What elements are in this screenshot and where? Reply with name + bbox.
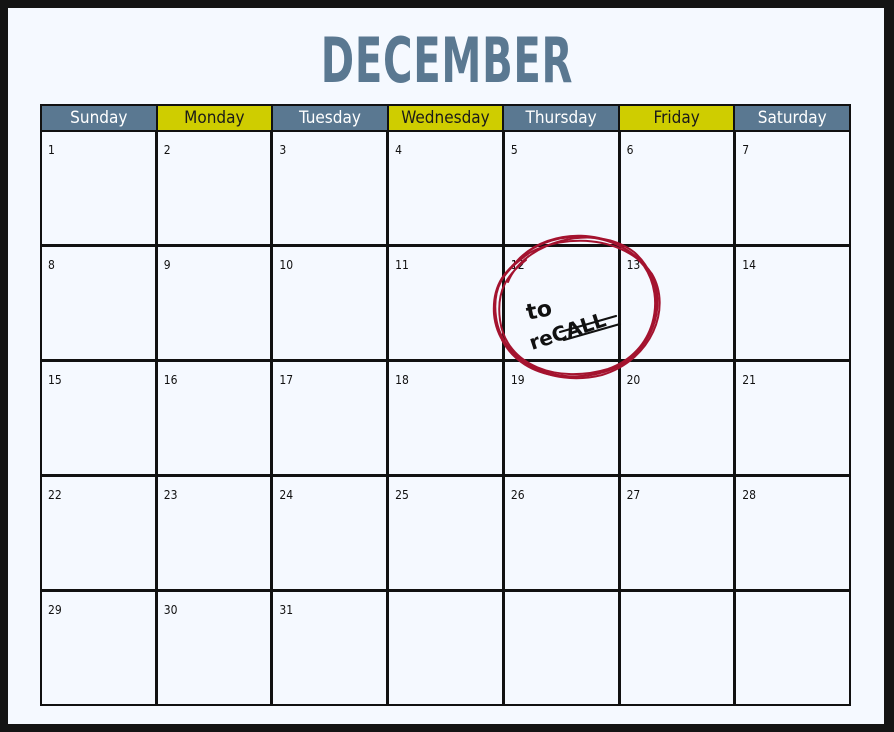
- day-cell[interactable]: [620, 592, 734, 704]
- day-cell[interactable]: 3: [273, 132, 387, 244]
- day-cell[interactable]: 25: [389, 477, 502, 589]
- day-cell[interactable]: 14: [736, 247, 849, 359]
- day-cell[interactable]: 10: [273, 247, 387, 359]
- day-cell[interactable]: 7: [736, 132, 849, 244]
- day-cell[interactable]: [389, 592, 502, 704]
- day-number: 26: [510, 488, 525, 502]
- day-number: 14: [742, 258, 757, 272]
- day-number: 20: [626, 373, 641, 387]
- day-cell[interactable]: 15: [42, 362, 155, 474]
- day-cell[interactable]: 30: [157, 592, 271, 704]
- day-number: 28: [742, 488, 757, 502]
- day-cell[interactable]: 8: [42, 247, 155, 359]
- day-cell[interactable]: 29: [42, 592, 155, 704]
- day-number: 17: [279, 373, 294, 387]
- day-number: 21: [742, 373, 757, 387]
- day-number: 27: [626, 488, 641, 502]
- day-cell[interactable]: 19: [504, 362, 618, 474]
- weekday-friday: Friday: [619, 106, 734, 130]
- month-title: DECEMBER: [320, 24, 574, 97]
- day-number: 7: [742, 143, 750, 157]
- day-number: 2: [163, 143, 171, 157]
- weekday-wednesday: Wednesday: [388, 106, 503, 130]
- weekday-monday: Monday: [157, 106, 272, 130]
- day-cell[interactable]: 31: [273, 592, 387, 704]
- day-number: 5: [510, 143, 518, 157]
- day-cell[interactable]: 1: [42, 132, 155, 244]
- day-cell[interactable]: 4: [389, 132, 502, 244]
- weekday-sunday: Sunday: [42, 106, 156, 130]
- weekday-header-row: Sunday Monday Tuesday Wednesday Thursday…: [40, 104, 851, 130]
- day-number: 13: [626, 258, 641, 272]
- day-cell[interactable]: 28: [736, 477, 849, 589]
- day-number: 18: [395, 373, 409, 387]
- day-cell[interactable]: 26: [504, 477, 618, 589]
- day-number: 25: [395, 488, 409, 502]
- day-cell[interactable]: [504, 592, 618, 704]
- day-number: 12: [510, 258, 525, 272]
- day-number: 24: [279, 488, 294, 502]
- day-number: 6: [626, 143, 634, 157]
- day-cell[interactable]: 24: [273, 477, 387, 589]
- day-number: 9: [163, 258, 171, 272]
- day-number: 23: [163, 488, 178, 502]
- day-number: 16: [163, 373, 178, 387]
- day-cell[interactable]: 18: [389, 362, 502, 474]
- calendar-page: DECEMBER Sunday Monday Tuesday Wednesday…: [8, 8, 884, 724]
- day-number: 10: [279, 258, 294, 272]
- day-cell[interactable]: 9: [157, 247, 271, 359]
- day-cell[interactable]: 5: [504, 132, 618, 244]
- day-cell[interactable]: 21: [736, 362, 849, 474]
- day-cell[interactable]: 12: [504, 247, 618, 359]
- day-number: 8: [48, 258, 55, 272]
- day-number: 1: [48, 143, 55, 157]
- day-cell[interactable]: [736, 592, 849, 704]
- day-number: 29: [48, 603, 62, 617]
- weekday-saturday: Saturday: [735, 106, 849, 130]
- day-number: 15: [48, 373, 62, 387]
- day-cell[interactable]: 20: [620, 362, 734, 474]
- day-cell[interactable]: 23: [157, 477, 271, 589]
- day-number: 11: [395, 258, 409, 272]
- weekday-thursday: Thursday: [504, 106, 618, 130]
- calendar-grid: 1 2 3 4 5 6 7 8 9 10 11 12 13 14 15 16 17 18 19 20 21 22 23 24 2…: [40, 130, 851, 706]
- day-number: 22: [48, 488, 62, 502]
- day-number: 19: [510, 373, 525, 387]
- day-number: 3: [279, 143, 287, 157]
- weekday-tuesday: Tuesday: [273, 106, 387, 130]
- day-cell[interactable]: 22: [42, 477, 155, 589]
- day-number: 4: [395, 143, 403, 157]
- day-cell[interactable]: 27: [620, 477, 734, 589]
- day-number: 30: [163, 603, 178, 617]
- day-cell[interactable]: 11: [389, 247, 502, 359]
- day-cell[interactable]: 17: [273, 362, 387, 474]
- day-cell[interactable]: 13: [620, 247, 734, 359]
- day-cell[interactable]: 16: [157, 362, 271, 474]
- day-number: 31: [279, 603, 294, 617]
- day-cell[interactable]: 6: [620, 132, 734, 244]
- day-cell[interactable]: 2: [157, 132, 271, 244]
